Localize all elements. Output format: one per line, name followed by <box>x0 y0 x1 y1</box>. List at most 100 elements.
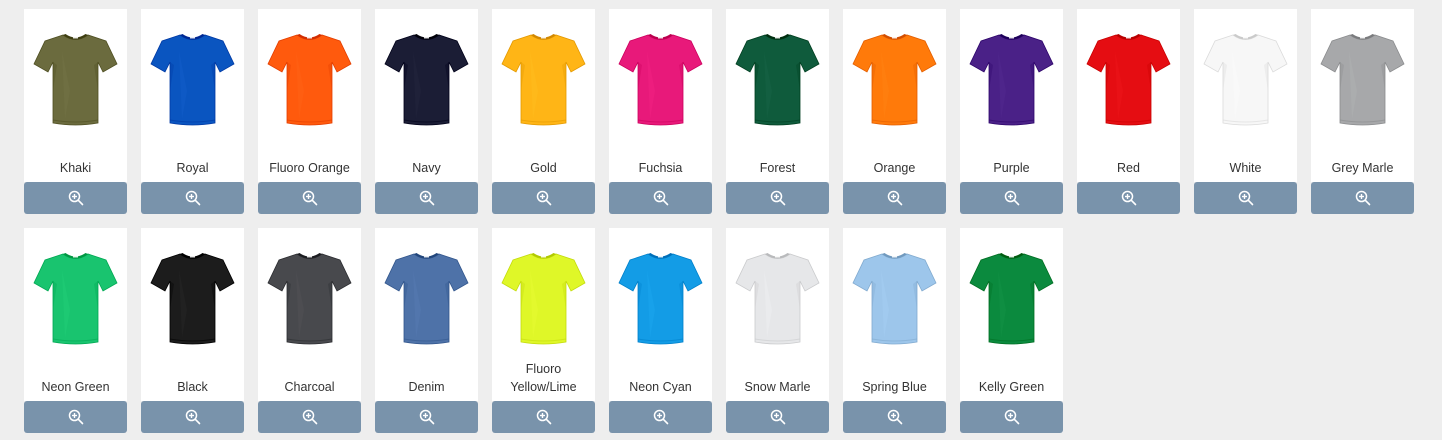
zoom-button[interactable] <box>609 401 712 433</box>
swatch-card[interactable]: Neon Cyan <box>609 228 712 401</box>
color-swatch-red: Red <box>1077 9 1180 214</box>
zoom-button[interactable] <box>24 182 127 214</box>
swatch-card[interactable]: Purple <box>960 9 1063 182</box>
tshirt-image[interactable] <box>968 31 1055 127</box>
zoom-button[interactable] <box>24 401 127 433</box>
zoom-in-icon <box>770 190 786 206</box>
swatch-label: Denim <box>408 380 445 394</box>
zoom-in-icon <box>1355 190 1371 206</box>
zoom-button[interactable] <box>258 401 361 433</box>
zoom-button[interactable] <box>1311 182 1414 214</box>
zoom-button[interactable] <box>375 401 478 433</box>
swatch-label: Red <box>1117 161 1140 175</box>
swatch-card[interactable]: Fuchsia <box>609 9 712 182</box>
swatch-card[interactable]: Spring Blue <box>843 228 946 401</box>
swatch-card[interactable]: Khaki <box>24 9 127 182</box>
tshirt-image[interactable] <box>617 250 704 346</box>
tshirt-image[interactable] <box>266 31 353 127</box>
swatch-card[interactable]: Fluoro Yellow/Lime <box>492 228 595 401</box>
zoom-button[interactable] <box>843 401 946 433</box>
tshirt-image[interactable] <box>266 250 353 346</box>
tshirt-image[interactable] <box>851 31 938 127</box>
swatch-label: White <box>1229 161 1262 175</box>
zoom-button[interactable] <box>375 182 478 214</box>
zoom-in-icon <box>1004 409 1020 425</box>
color-swatch-fluoro-yellow-lime: Fluoro Yellow/Lime <box>492 228 595 433</box>
tshirt-image[interactable] <box>32 250 119 346</box>
swatch-card[interactable]: Neon Green <box>24 228 127 401</box>
zoom-button[interactable] <box>1194 182 1297 214</box>
swatch-card[interactable]: Red <box>1077 9 1180 182</box>
color-swatch-grid: Khaki Royal Fluoro Orange Navy Gold Fuchsia Fo… <box>24 9 1414 433</box>
zoom-button[interactable] <box>492 182 595 214</box>
swatch-label: Charcoal <box>284 380 335 394</box>
color-swatch-fluoro-orange: Fluoro Orange <box>258 9 361 214</box>
zoom-button[interactable] <box>843 182 946 214</box>
zoom-button[interactable] <box>141 401 244 433</box>
zoom-button[interactable] <box>960 182 1063 214</box>
swatch-card[interactable]: Navy <box>375 9 478 182</box>
swatch-card[interactable]: Orange <box>843 9 946 182</box>
swatch-label: Gold <box>530 161 557 175</box>
swatch-label: Royal <box>176 161 209 175</box>
swatch-card[interactable]: Gold <box>492 9 595 182</box>
tshirt-image[interactable] <box>383 250 470 346</box>
zoom-button[interactable] <box>726 182 829 214</box>
zoom-button[interactable] <box>726 401 829 433</box>
tshirt-image[interactable] <box>734 31 821 127</box>
swatch-card[interactable]: Kelly Green <box>960 228 1063 401</box>
swatch-card[interactable]: Forest <box>726 9 829 182</box>
swatch-card[interactable]: Snow Marle <box>726 228 829 401</box>
swatch-label: Fluoro Yellow/Lime <box>510 362 577 394</box>
color-swatch-gold: Gold <box>492 9 595 214</box>
swatch-label: Forest <box>759 161 796 175</box>
swatch-card[interactable]: Royal <box>141 9 244 182</box>
color-swatch-charcoal: Charcoal <box>258 228 361 433</box>
zoom-in-icon <box>536 190 552 206</box>
swatch-label: Khaki <box>59 161 92 175</box>
swatch-card[interactable]: Grey Marle <box>1311 9 1414 182</box>
swatch-label: Purple <box>993 161 1030 175</box>
zoom-button[interactable] <box>141 182 244 214</box>
tshirt-image[interactable] <box>149 31 236 127</box>
tshirt-image[interactable] <box>1319 31 1406 127</box>
color-swatch-white: White <box>1194 9 1297 214</box>
swatch-card[interactable]: Charcoal <box>258 228 361 401</box>
tshirt-image[interactable] <box>500 31 587 127</box>
color-swatch-neon-cyan: Neon Cyan <box>609 228 712 433</box>
zoom-in-icon <box>1238 190 1254 206</box>
swatch-label: Neon Cyan <box>629 380 692 394</box>
tshirt-image[interactable] <box>734 250 821 346</box>
color-swatch-spring-blue: Spring Blue <box>843 228 946 433</box>
color-swatch-neon-green: Neon Green <box>24 228 127 433</box>
tshirt-image[interactable] <box>383 31 470 127</box>
zoom-button[interactable] <box>609 182 712 214</box>
zoom-in-icon <box>185 409 201 425</box>
color-swatch-purple: Purple <box>960 9 1063 214</box>
tshirt-image[interactable] <box>500 250 587 346</box>
zoom-button[interactable] <box>960 401 1063 433</box>
swatch-card[interactable]: Fluoro Orange <box>258 9 361 182</box>
swatch-card[interactable]: Black <box>141 228 244 401</box>
zoom-button[interactable] <box>1077 182 1180 214</box>
color-swatch-grey-marle: Grey Marle <box>1311 9 1414 214</box>
color-swatch-forest: Forest <box>726 9 829 214</box>
zoom-button[interactable] <box>492 401 595 433</box>
tshirt-image[interactable] <box>1202 31 1289 127</box>
zoom-button[interactable] <box>258 182 361 214</box>
tshirt-image[interactable] <box>851 250 938 346</box>
swatch-label: Neon Green <box>41 380 110 394</box>
zoom-in-icon <box>770 409 786 425</box>
swatch-card[interactable]: Denim <box>375 228 478 401</box>
zoom-in-icon <box>419 409 435 425</box>
color-swatch-navy: Navy <box>375 9 478 214</box>
tshirt-image[interactable] <box>617 31 704 127</box>
tshirt-image[interactable] <box>968 250 1055 346</box>
tshirt-image[interactable] <box>149 250 236 346</box>
tshirt-image[interactable] <box>32 31 119 127</box>
color-swatch-black: Black <box>141 228 244 433</box>
color-swatch-royal: Royal <box>141 9 244 214</box>
swatch-card[interactable]: White <box>1194 9 1297 182</box>
tshirt-image[interactable] <box>1085 31 1172 127</box>
swatch-label: Spring Blue <box>862 380 927 394</box>
